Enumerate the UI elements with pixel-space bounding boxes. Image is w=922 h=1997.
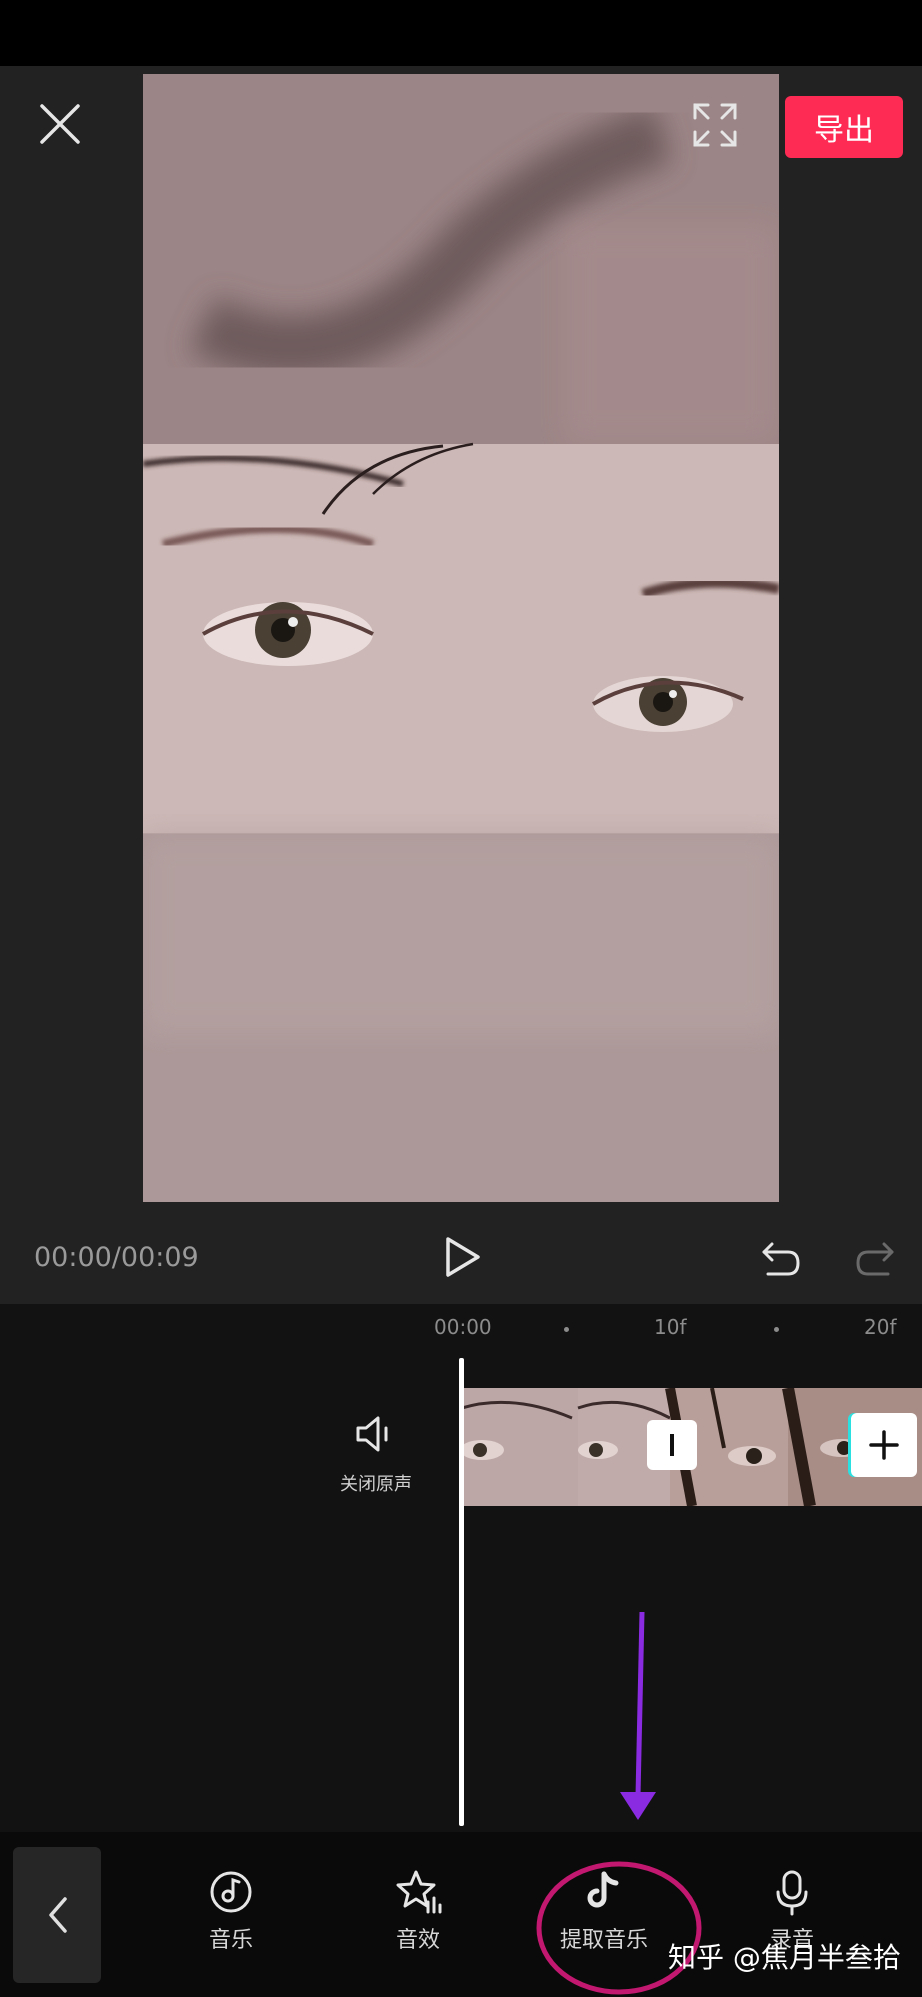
fullscreen-button[interactable]: [690, 100, 740, 150]
time-readout: 00:00/00:09: [34, 1242, 199, 1273]
play-button[interactable]: [440, 1233, 484, 1281]
chevron-left-icon: [49, 1897, 67, 1933]
playhead[interactable]: [459, 1358, 464, 1826]
editor-screen: 导出 00:00/00:09 00:00 10f 20f 关闭原声 音乐 音效 …: [0, 0, 922, 1997]
plus-icon: [869, 1430, 899, 1460]
ruler-dot: [774, 1327, 779, 1332]
ruler-label: 10f: [654, 1315, 687, 1339]
redo-button[interactable]: [852, 1236, 898, 1280]
add-clip-button[interactable]: [851, 1413, 917, 1477]
speaker-mute-icon: [356, 1416, 388, 1452]
close-button[interactable]: [34, 98, 86, 150]
close-icon: [40, 104, 80, 144]
mute-original-button[interactable]: [352, 1412, 396, 1456]
ruler-label: 00:00: [434, 1315, 492, 1339]
handle-bar-icon: [670, 1434, 674, 1456]
undo-button[interactable]: [758, 1236, 804, 1280]
expand-icon: [693, 103, 737, 147]
microphone-icon: [776, 1870, 808, 1916]
transition-handle[interactable]: [647, 1420, 697, 1470]
tool-sound-effect-label: 音效: [395, 1928, 440, 1953]
annotation-arrow: [620, 1611, 656, 1820]
tool-music[interactable]: 音乐: [171, 1868, 291, 1954]
music-disc-icon: [210, 1871, 252, 1913]
redo-icon: [856, 1242, 894, 1276]
video-preview[interactable]: [143, 74, 779, 1202]
export-button[interactable]: 导出: [785, 96, 903, 158]
play-icon: [446, 1237, 480, 1277]
undo-icon: [762, 1242, 800, 1276]
video-frame-image: [143, 74, 779, 1202]
tool-sound-effect[interactable]: 音效: [358, 1868, 478, 1954]
star-sound-effect-icon: [396, 1870, 442, 1914]
tool-music-label: 音乐: [208, 1928, 253, 1953]
ruler-label: 20f: [864, 1315, 897, 1339]
watermark: 知乎 @焦月半叁拾: [668, 1941, 901, 1974]
ruler-dot: [564, 1327, 569, 1332]
back-button[interactable]: [13, 1847, 101, 1983]
mute-original-label: 关闭原声: [340, 1474, 412, 1495]
